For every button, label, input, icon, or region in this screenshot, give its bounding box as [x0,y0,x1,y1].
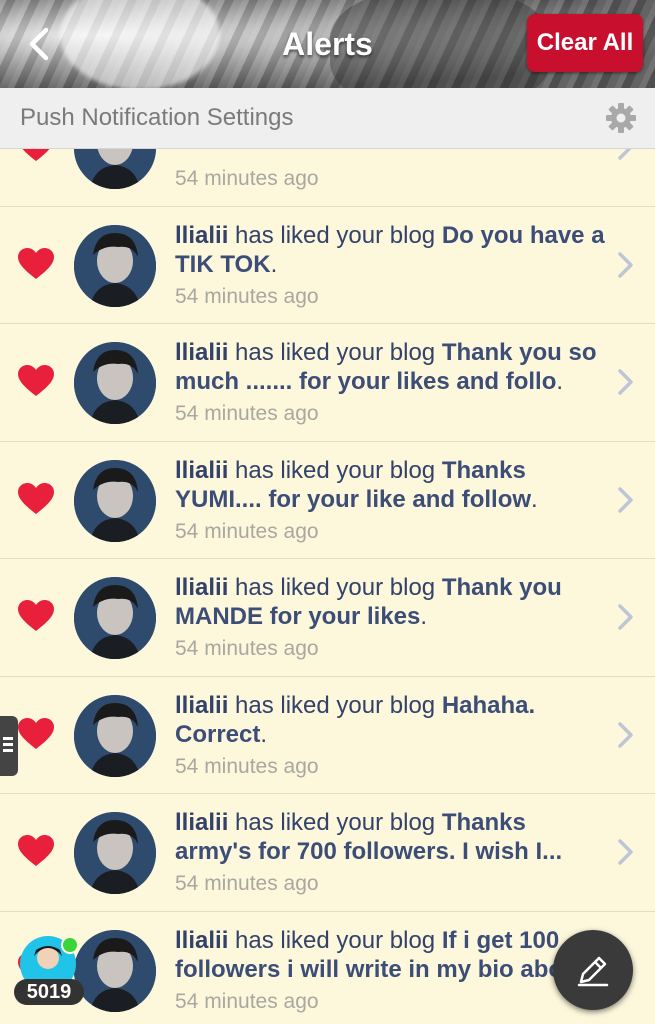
menu-icon [0,716,18,752]
chevron-right-icon[interactable] [617,838,635,866]
notification-username[interactable]: llialii [175,574,228,601]
chevron-right-icon[interactable] [617,603,635,631]
notification-row[interactable]: llialii has liked your blog Thank you so… [0,324,655,442]
chevron-right-icon[interactable] [617,149,635,161]
side-menu-handle[interactable] [0,716,18,776]
notification-row[interactable]: so much TATAEVI for all of your like...5… [0,149,655,207]
notification-suffix: . [260,720,268,748]
notification-suffix: . [420,603,428,630]
chevron-right-icon[interactable] [617,721,635,749]
notification-action: has liked your blog [228,691,442,719]
notification-action: has liked your blog [228,926,442,954]
user-avatar[interactable] [74,149,156,189]
notification-row[interactable]: llialii has liked your blog Thanks YUMI.… [0,442,655,559]
notification-time: 54 minutes ago [175,402,319,425]
notification-time: 54 minutes ago [175,754,319,778]
heart-icon [18,482,54,514]
header: Alerts Clear All [0,0,655,88]
user-avatar[interactable] [74,929,156,1012]
user-avatar-image [74,342,156,424]
compose-button[interactable] [553,930,633,1010]
notification-username[interactable]: llialii [175,339,228,366]
user-avatar[interactable] [74,694,156,777]
notification-text: llialii has liked your blog Hahaha. Corr… [175,691,605,749]
push-notification-settings-label: Push Notification Settings [20,104,294,131]
notification-text: llialii has liked your blog Thanks YUMI.… [175,456,605,514]
notification-text: llialii has liked your blog Do you have … [175,221,605,279]
heart-icon [18,835,54,866]
user-avatar-image [74,929,156,1012]
user-avatar[interactable] [74,224,156,307]
notification-text: llialii has liked your blog Thank you MA… [175,573,605,631]
user-avatar-image [74,694,156,777]
notification-row[interactable]: llialii has liked your blog Hahaha. Corr… [0,677,655,794]
notification-action: has liked your blog [228,809,442,836]
user-avatar-image [74,459,156,542]
notification-list[interactable]: so much TATAEVI for all of your like...5… [0,149,655,1024]
notification-action: has liked your blog [228,456,442,484]
notification-time: 54 minutes ago [175,519,319,543]
notification-suffix: . [531,485,538,513]
user-avatar[interactable] [74,459,156,542]
notification-username[interactable]: llialii [175,457,228,484]
pencil-icon [577,956,609,987]
notification-suffix: . [556,368,564,395]
notification-row[interactable]: llialii has liked your blog Do you have … [0,207,655,324]
heart-icon [22,149,50,161]
user-avatar[interactable] [74,577,156,659]
chevron-right-icon[interactable] [617,368,635,396]
notification-time: 54 minutes ago [175,284,319,308]
notification-text: llialii has liked your blog Thank you so… [175,338,605,396]
heart-icon [18,600,54,631]
push-notification-settings-bar[interactable]: Push Notification Settings [0,88,655,149]
notification-username[interactable]: llialii [175,222,228,249]
chevron-right-icon[interactable] [617,486,635,514]
notification-row[interactable]: llialii has liked your blog Thanks army'… [0,794,655,912]
notification-row[interactable]: llialii has liked your blog Thank you MA… [0,559,655,677]
notification-time: 54 minutes ago [175,872,319,895]
user-avatar[interactable] [74,342,156,424]
notification-username[interactable]: llialii [175,692,228,719]
notification-action: has liked your blog [228,574,442,601]
notification-time: 54 minutes ago [175,637,319,660]
notification-username[interactable]: llialii [175,809,228,836]
online-status-dot [61,936,79,954]
heart-icon [18,247,54,279]
notification-time: 54 minutes ago [175,989,319,1013]
heart-icon [18,365,54,396]
chevron-right-icon[interactable] [617,251,635,279]
reputation-badge: 5019 [14,979,84,1005]
user-avatar-image [74,149,156,189]
notification-time: 54 minutes ago [175,167,319,190]
notification-action: has liked your blog [228,339,442,366]
notification-suffix: . [270,250,278,278]
heart-icon [18,717,54,749]
clear-all-button[interactable]: Clear All [527,14,643,72]
user-avatar-image [74,812,156,894]
user-avatar-image [74,577,156,659]
notification-text: llialii has liked your blog Thanks army'… [175,808,605,866]
notification-text: llialii has liked your blog If i get 100… [175,926,605,984]
user-avatar-image [74,224,156,307]
notification-username[interactable]: llialii [175,927,228,954]
notification-action: has liked your blog [228,221,442,249]
gear-icon[interactable] [605,102,637,134]
user-avatar[interactable] [74,812,156,894]
